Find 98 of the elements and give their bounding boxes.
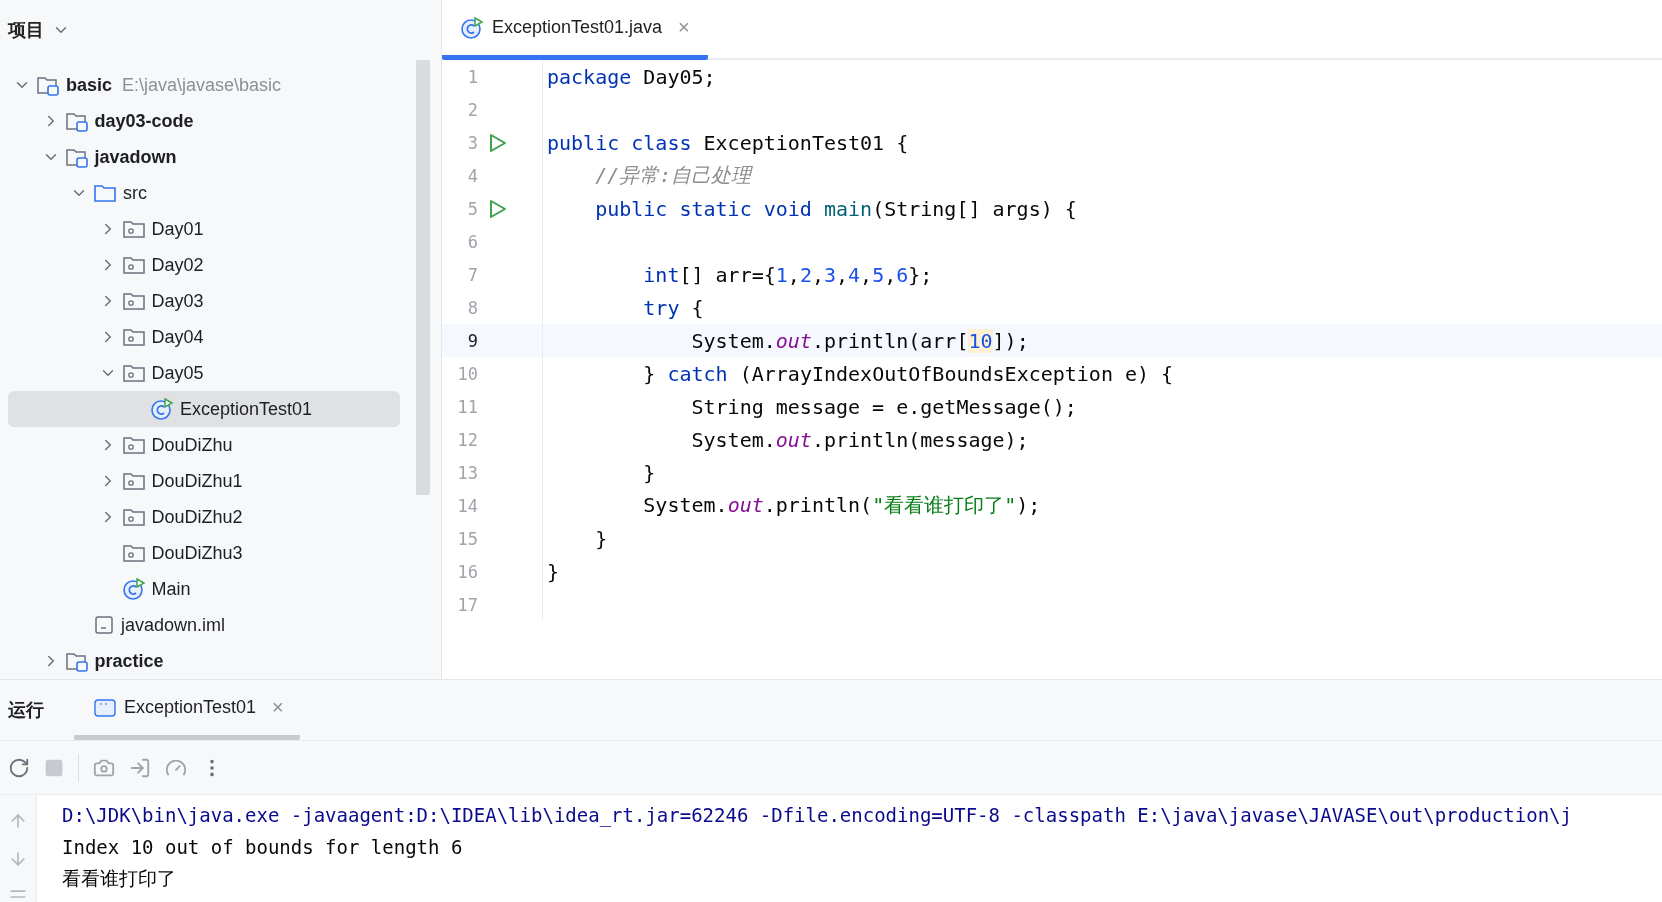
code-line: }: [642, 460, 656, 485]
line-number: 10: [456, 363, 478, 384]
package-folder-icon: [121, 471, 146, 491]
line-number: 4: [466, 165, 478, 186]
code-line: System.out.println("看看谁打印了");: [642, 492, 1041, 519]
tree-item[interactable]: ExceptionTest01: [8, 391, 400, 427]
line-number: 5: [466, 198, 478, 219]
tree-item-label: DouDiZhu3: [151, 542, 243, 564]
tree-item[interactable]: javadown: [8, 139, 400, 175]
panel-title[interactable]: 运行: [0, 698, 74, 722]
panel-title[interactable]: 项目: [8, 18, 44, 42]
module-folder-icon: [64, 110, 89, 132]
code-line: }: [546, 559, 560, 584]
package-folder-icon: [121, 543, 146, 563]
tree-item-label: Day01: [151, 218, 204, 240]
line-number: 11: [456, 396, 478, 417]
line-number: 13: [456, 462, 478, 483]
package-folder-icon: [121, 219, 146, 239]
tree-item-label: DouDiZhu1: [151, 470, 243, 492]
tab-label: ExceptionTest01: [124, 697, 257, 718]
tree-item[interactable]: Day02: [8, 247, 400, 283]
rerun-icon[interactable]: [8, 756, 30, 779]
package-folder-icon: [121, 507, 146, 527]
tree-item-label: javadown: [94, 146, 177, 168]
tree-item[interactable]: basic E:\java\javase\basic: [8, 67, 400, 103]
code-line: System.out.println(message);: [690, 427, 1029, 452]
code-line: package Day05;: [546, 64, 716, 89]
tab-label: ExceptionTest01.java: [492, 17, 663, 38]
line-number: 7: [466, 264, 478, 285]
tree-item-label: Day05: [151, 362, 204, 384]
tree-item[interactable]: javadown.iml: [8, 607, 400, 643]
tree-item-label: Day03: [151, 290, 204, 312]
package-folder-icon: [121, 363, 146, 383]
tree-item[interactable]: Day04: [8, 319, 400, 355]
tree-item-label: basic: [66, 74, 113, 96]
tree-item-label: Day04: [151, 326, 204, 348]
line-number: 12: [456, 429, 478, 450]
code-line: public static void main(String[] args) {: [594, 196, 1077, 221]
tree-item-label: Day02: [151, 254, 204, 276]
tree-item[interactable]: DouDiZhu2: [8, 499, 400, 535]
tree-item-label: javadown.iml: [121, 614, 226, 636]
package-folder-icon: [121, 327, 146, 347]
tree-item-label: DouDiZhu: [151, 434, 233, 456]
line-number: 8: [466, 297, 478, 318]
package-folder-icon: [121, 435, 146, 455]
module-folder-icon: [64, 650, 89, 672]
line-number: 3: [466, 132, 478, 153]
line-number: 15: [456, 528, 478, 549]
tree-item[interactable]: DouDiZhu: [8, 427, 400, 463]
tree-item-label: day03-code: [94, 110, 194, 132]
package-folder-icon: [121, 291, 146, 311]
line-number: 16: [456, 561, 478, 582]
module-folder-icon: [36, 74, 60, 96]
console-icon: [94, 698, 116, 717]
console-line: Index 10 out of bounds for length 6: [62, 835, 464, 860]
class-icon: [460, 15, 484, 40]
tree-item[interactable]: day03-code: [8, 103, 400, 139]
module-folder-icon: [64, 146, 89, 168]
tree-item[interactable]: DouDiZhu1: [8, 463, 400, 499]
run-icon[interactable]: [489, 198, 507, 219]
tree-item-label: DouDiZhu2: [151, 506, 243, 528]
code-line: }: [594, 526, 608, 551]
code-line: System.out.println(arr[10]);: [690, 328, 1029, 353]
tree-item[interactable]: Day05: [8, 355, 400, 391]
tree-item[interactable]: src: [8, 175, 400, 211]
code-line: public class ExceptionTest01 {: [546, 130, 909, 155]
package-folder-icon: [121, 255, 146, 275]
tree-item-label: Main: [151, 578, 191, 600]
console-line: D:\JDK\bin\java.exe -javaagent:D:\IDEA\lib\idea_rt.jar=62246 -Dfile.encoding=UTF-8 -classpath E:\java\javase\JAVASE\out\production\j: [62, 803, 1573, 829]
code-line: } catch (ArrayIndexOutOfBoundsException e) {: [642, 361, 1174, 386]
tree-item-label: ExceptionTest01: [180, 398, 313, 420]
line-number: 6: [466, 231, 478, 252]
code-line: try {: [642, 295, 704, 320]
code-line: String message = e.getMessage();: [690, 394, 1077, 419]
run-icon[interactable]: [489, 132, 507, 153]
code-line: int[] arr={1,2,3,4,5,6};: [642, 262, 933, 287]
tree-item[interactable]: DouDiZhu3: [8, 535, 400, 571]
line-number: 14: [456, 495, 478, 516]
tree-item[interactable]: practice: [8, 643, 400, 679]
line-number: 9: [466, 330, 478, 351]
folder-icon: [93, 183, 117, 203]
tree-item-label: practice: [94, 650, 164, 672]
tree-item[interactable]: Day03: [8, 283, 400, 319]
path-hint: E:\java\javase\basic: [122, 74, 282, 96]
import-icon[interactable]: [129, 756, 151, 779]
code-line: //异常:自己处理: [594, 162, 752, 189]
line-number: 1: [466, 66, 478, 87]
line-number: 2: [466, 99, 478, 120]
line-number: 17: [456, 594, 478, 615]
tree-item-label: src: [123, 182, 147, 204]
tree-item[interactable]: Main: [8, 571, 400, 607]
class-icon: [121, 577, 146, 601]
scrollbar[interactable]: [416, 60, 430, 495]
file-icon: [93, 614, 115, 636]
tree-item[interactable]: Day01: [8, 211, 400, 247]
console-line: 看看谁打印了: [62, 866, 177, 891]
class-icon: [150, 397, 174, 421]
editor-tab[interactable]: ExceptionTest01.java ×: [442, 0, 708, 60]
